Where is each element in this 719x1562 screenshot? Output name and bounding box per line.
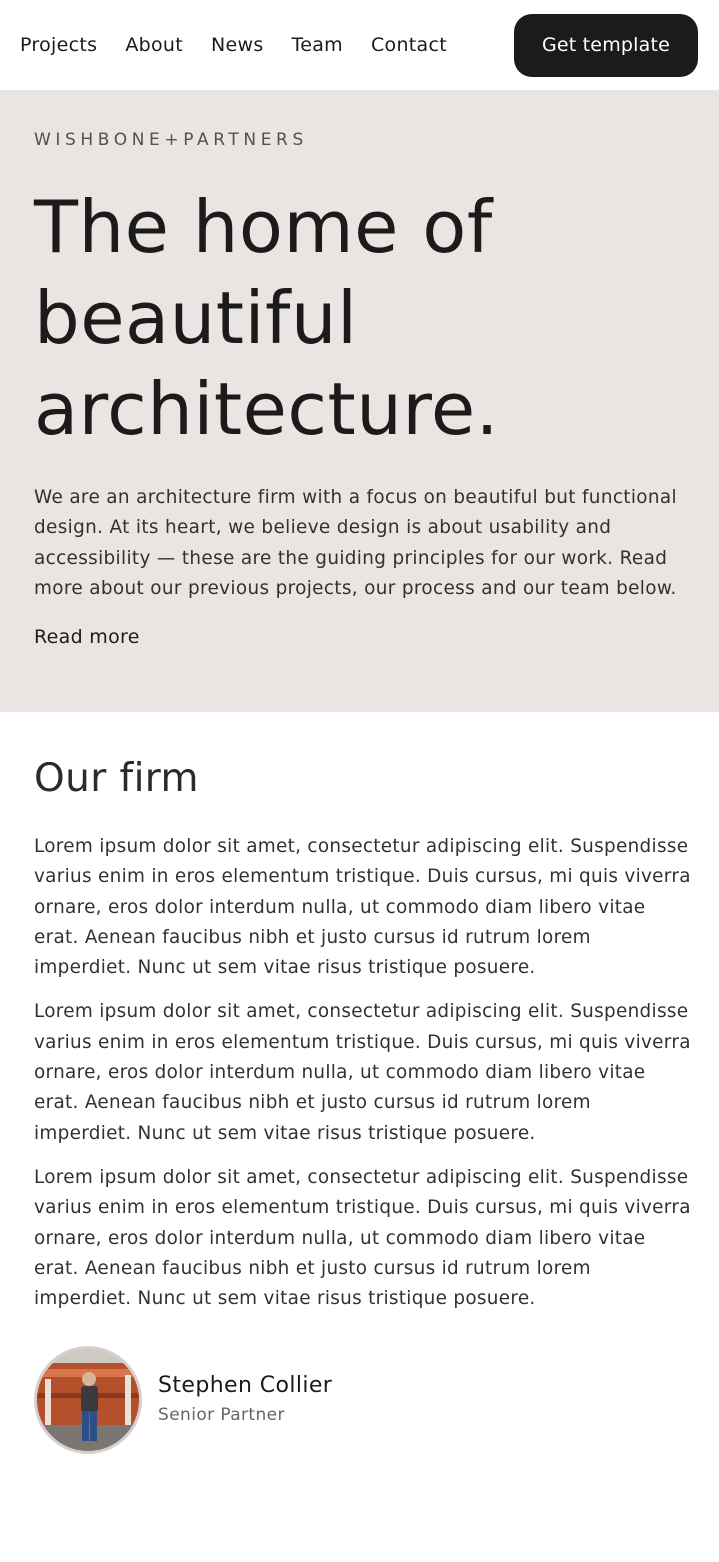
hero-description: We are an architecture firm with a focus… (34, 487, 677, 599)
brand-eyebrow: WISHBONE+PARTNERS (34, 130, 308, 150)
nav-link-about[interactable]: About (125, 34, 183, 56)
hero-section: WISHBONE+PARTNERS The home of beautiful … (0, 90, 719, 712)
main-nav: Projects About News Team Contact (20, 34, 447, 56)
avatar (34, 1346, 142, 1455)
firm-paragraph: Lorem ipsum dolor sit amet, consectetur … (34, 836, 691, 979)
firm-paragraph: Lorem ipsum dolor sit amet, consectetur … (34, 1166, 691, 1310)
hero-heading: The home of beautiful architecture. (34, 185, 500, 451)
firm-heading: Our firm (34, 756, 199, 801)
our-firm-section: Our firm Lorem ipsum dolor sit amet, con… (0, 712, 719, 1455)
read-more-link[interactable]: Read more (34, 626, 140, 648)
nav-link-contact[interactable]: Contact (371, 34, 447, 56)
nav-link-projects[interactable]: Projects (20, 34, 97, 56)
nav-link-news[interactable]: News (211, 34, 264, 56)
nav-link-team[interactable]: Team (292, 34, 343, 56)
firm-body: Lorem ipsum dolor sit amet, consectetur … (34, 832, 690, 1314)
partner-info: Stephen Collier Senior Partner (158, 1371, 332, 1429)
partner-card: Stephen Collier Senior Partner (34, 1346, 685, 1455)
get-template-button[interactable]: Get template (514, 13, 698, 77)
partner-name: Stephen Collier (158, 1373, 333, 1399)
partner-role: Senior Partner (158, 1405, 285, 1426)
avatar-photo (37, 1349, 139, 1452)
top-navbar: Projects About News Team Contact Get tem… (0, 0, 719, 90)
firm-paragraph: Lorem ipsum dolor sit amet, consectetur … (34, 1001, 691, 1144)
